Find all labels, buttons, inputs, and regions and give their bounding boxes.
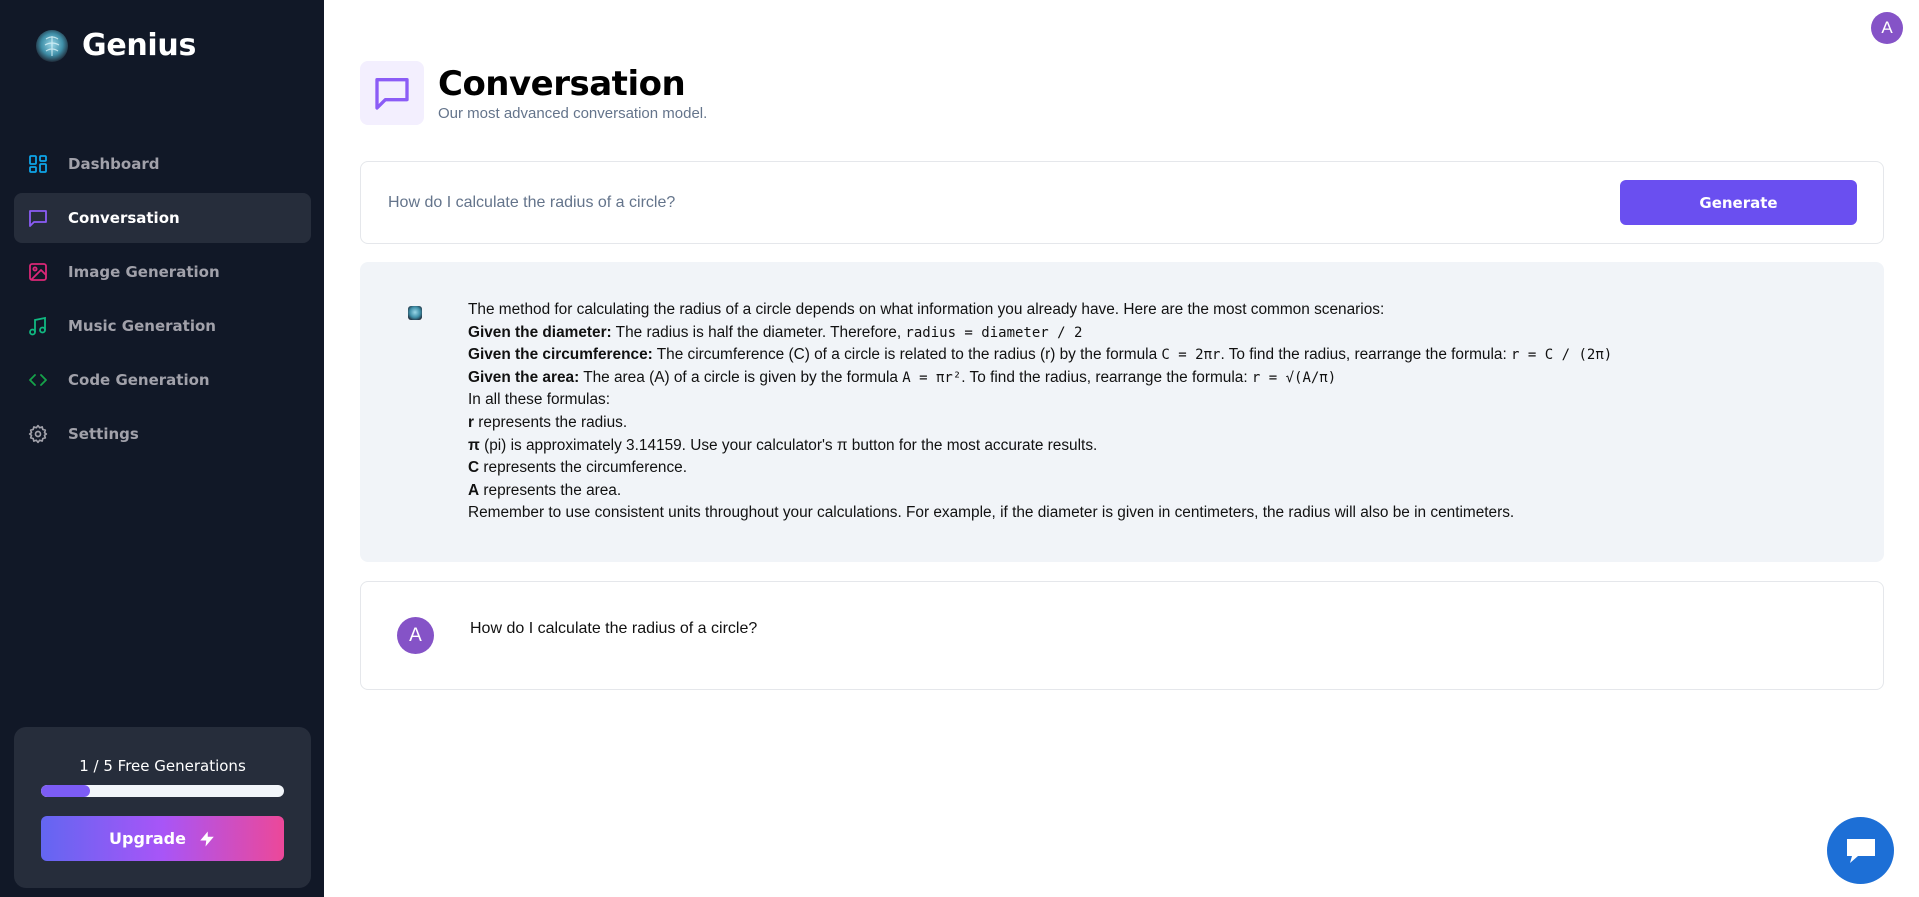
sidebar-item-label: Settings (68, 425, 139, 443)
message-square-icon (360, 61, 424, 125)
message-square-icon (28, 208, 48, 228)
bot-message: The method for calculating the radius of… (360, 262, 1884, 562)
intro-line: The method for calculating the radius of… (468, 301, 1385, 318)
prompt-form: Generate (360, 161, 1884, 244)
page-title: Conversation (438, 64, 686, 104)
upgrade-label: Upgrade (109, 829, 186, 848)
user-message: A How do I calculate the radius of a cir… (360, 581, 1884, 690)
formulas-intro: In all these formulas: (468, 391, 611, 409)
sidebar: Genius Dashboard Conversation Image Gene… (0, 0, 324, 897)
sidebar-nav: Dashboard Conversation Image Generation (14, 139, 311, 463)
closing-line: Remember to use consistent units through… (468, 504, 1515, 522)
c-definition: C represents the circumference. (468, 459, 687, 477)
user-message-text: How do I calculate the radius of a circl… (470, 620, 758, 637)
sidebar-item-conversation[interactable]: Conversation (14, 193, 311, 243)
usage-progress-bar (41, 785, 284, 797)
dashboard-icon (28, 154, 48, 174)
code-icon (28, 370, 48, 390)
generate-button[interactable]: Generate (1620, 180, 1857, 225)
a-definition: A represents the area. (468, 481, 622, 499)
sidebar-item-image-generation[interactable]: Image Generation (14, 247, 311, 297)
area-line: Given the area: The area (A) of a circle… (468, 368, 1337, 386)
sidebar-item-settings[interactable]: Settings (14, 409, 311, 459)
music-icon (28, 316, 48, 336)
page-heading: Conversation Our most advanced conversat… (360, 61, 707, 125)
sidebar-item-code-generation[interactable]: Code Generation (14, 355, 311, 405)
r-definition: r represents the radius. (468, 413, 628, 431)
sidebar-item-dashboard[interactable]: Dashboard (14, 139, 311, 189)
free-generations-count: 1 / 5 Free Generations (79, 757, 246, 775)
brain-logo-icon (36, 29, 68, 62)
brand-name: Genius (82, 28, 197, 63)
sidebar-item-music-generation[interactable]: Music Generation (14, 301, 311, 351)
upgrade-button[interactable]: Upgrade (41, 816, 284, 861)
page-subtitle: Our most advanced conversation model. (438, 105, 708, 122)
bot-avatar-icon (408, 306, 422, 320)
chat-bubble-icon (1846, 838, 1875, 863)
bot-message-text: The method for calculating the radius of… (468, 299, 1848, 525)
sidebar-item-label: Music Generation (68, 317, 216, 335)
usage-progress-fill (41, 785, 90, 797)
sidebar-item-label: Image Generation (68, 263, 220, 281)
circumference-line: Given the circumference: The circumferen… (468, 346, 1613, 364)
diameter-line: Given the diameter: The radius is half t… (468, 323, 1083, 341)
support-chat-button[interactable] (1827, 817, 1894, 884)
gear-icon (28, 424, 48, 444)
zap-icon (200, 831, 214, 846)
sidebar-item-label: Dashboard (68, 155, 160, 173)
user-avatar: A (397, 617, 434, 654)
image-icon (28, 262, 48, 282)
free-generations-card: 1 / 5 Free Generations Upgrade (14, 727, 311, 888)
brand-link[interactable]: Genius (36, 28, 196, 63)
pi-definition: π (pi) is approximately 3.14159. Use you… (468, 436, 1098, 454)
sidebar-item-label: Conversation (68, 209, 180, 227)
sidebar-item-label: Code Generation (68, 371, 210, 389)
prompt-input[interactable] (388, 182, 1568, 224)
user-avatar-button[interactable]: A (1871, 12, 1903, 44)
